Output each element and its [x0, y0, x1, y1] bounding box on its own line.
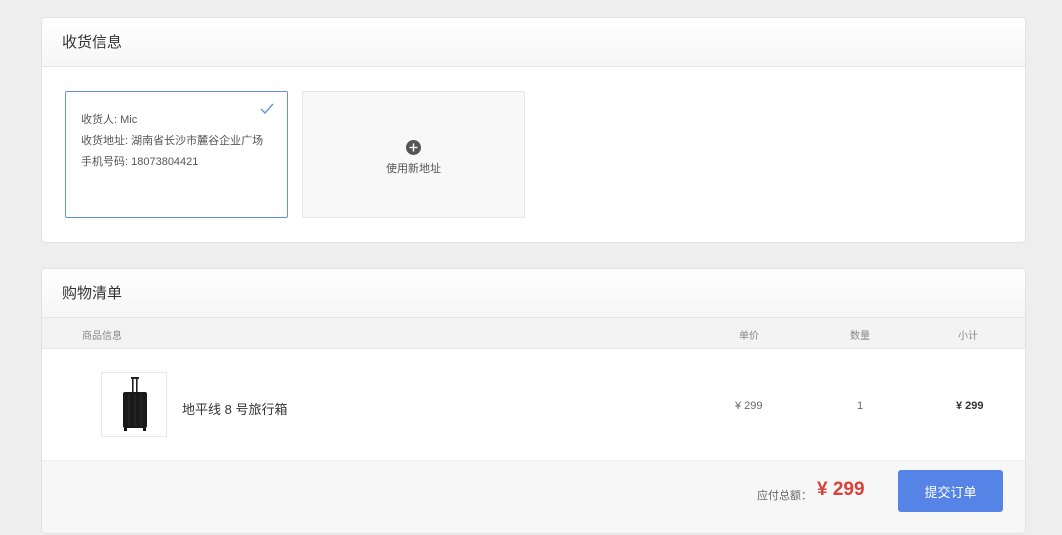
- column-quantity: 数量: [850, 331, 870, 342]
- recipient-phone: 手机号码: 18073804421: [81, 156, 199, 168]
- order-footer: 应付总额： ¥ 299 提交订单: [42, 461, 1025, 533]
- cart-column-header: 商品信息 单价 数量 小计: [42, 318, 1025, 349]
- recipient-name: 收货人: Mic: [81, 114, 138, 126]
- column-info: 商品信息: [82, 331, 122, 342]
- total-label: 应付总额：: [757, 490, 812, 502]
- column-price: 单价: [739, 331, 759, 342]
- new-address-button[interactable]: 使用新地址: [302, 91, 525, 218]
- column-subtotal: 小计: [958, 331, 978, 342]
- product-quantity: 1: [857, 400, 864, 412]
- plus-circle-icon: [406, 140, 421, 155]
- product-name[interactable]: 地平线 8 号旅行箱: [182, 399, 287, 418]
- submit-order-button[interactable]: 提交订单: [898, 470, 1003, 512]
- product-thumbnail[interactable]: [101, 372, 167, 437]
- recipient-address: 收货地址: 湖南省长沙市麓谷企业广场: [81, 135, 264, 147]
- selected-address-card[interactable]: 收货人: Mic 收货地址: 湖南省长沙市麓谷企业广场 手机号码: 180738…: [65, 91, 288, 218]
- total-value: ¥ 299: [817, 479, 865, 500]
- cart-item-row: 地平线 8 号旅行箱 ¥ 299 1 ¥ 299: [42, 349, 1025, 461]
- product-subtotal: ¥ 299: [956, 400, 984, 412]
- suitcase-icon: [123, 377, 147, 431]
- address-panel: 收货信息 收货人: Mic 收货地址: 湖南省长沙市麓谷企业广场 手机号码: 1…: [41, 17, 1026, 243]
- check-icon: [260, 103, 274, 115]
- new-address-label: 使用新地址: [386, 163, 441, 175]
- address-section-title: 收货信息: [42, 18, 1025, 67]
- address-list: 收货人: Mic 收货地址: 湖南省长沙市麓谷企业广场 手机号码: 180738…: [42, 67, 1025, 242]
- product-price: ¥ 299: [735, 400, 763, 412]
- cart-section-title: 购物清单: [42, 269, 1025, 318]
- cart-panel: 购物清单 商品信息 单价 数量 小计 地平线 8 号旅行箱 ¥ 299 1 ¥ …: [41, 268, 1026, 534]
